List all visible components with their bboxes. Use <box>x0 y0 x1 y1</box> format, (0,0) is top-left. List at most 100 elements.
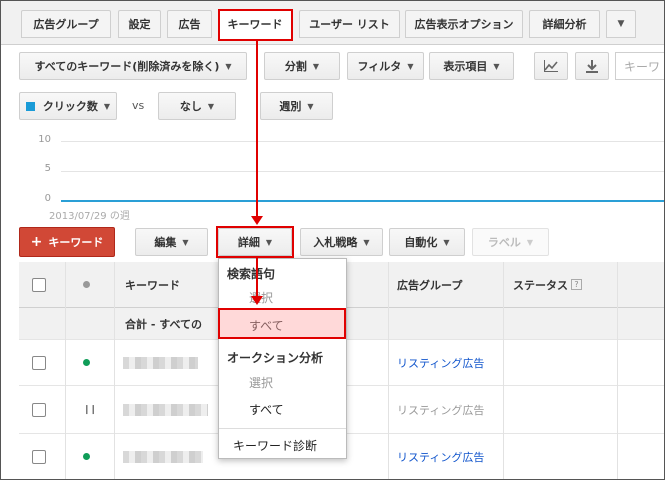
row-status-cell <box>83 434 90 479</box>
y-tick-label: 5 <box>44 163 51 174</box>
columns-button[interactable]: 表示項目 ▼ <box>429 52 514 80</box>
y-tick-label: 10 <box>38 134 51 145</box>
menu-item-keyword-diagnosis[interactable]: キーワード診断 <box>219 433 346 457</box>
tab-settings[interactable]: 設定 <box>118 10 161 38</box>
paused-status-icon: ❙❙ <box>83 404 97 415</box>
line-chart-icon <box>544 60 558 72</box>
automate-button[interactable]: 自動化 ▼ <box>389 228 465 256</box>
column-divider <box>503 262 504 479</box>
caret-down-icon: ▼ <box>207 101 215 111</box>
gridline <box>61 171 664 172</box>
columns-label: 表示項目 <box>443 60 488 73</box>
keyword-filter-select[interactable]: すべてのキーワード(削除済みを除く) ▼ <box>19 52 247 80</box>
add-keyword-button[interactable]: + キーワード <box>19 227 115 257</box>
column-divider <box>114 262 115 479</box>
ad-group-col-header[interactable]: 広告グループ <box>397 262 462 307</box>
series-line-clicks <box>61 200 664 202</box>
row-checkbox[interactable] <box>32 449 46 464</box>
row-checkbox[interactable] <box>32 355 46 370</box>
column-divider <box>617 262 618 479</box>
enabled-status-icon <box>83 453 90 460</box>
row-status-cell: ❙❙ <box>83 386 97 433</box>
metric2-select[interactable]: なし ▼ <box>158 92 236 120</box>
details-dropdown-menu: 検索語句 選択 すべて オークション分析 選択 すべて キーワード診断 <box>218 258 347 459</box>
caret-down-icon: ▼ <box>363 237 370 247</box>
highlight-details-button <box>216 226 294 258</box>
download-icon <box>586 59 598 73</box>
caret-down-icon: ▼ <box>443 237 450 247</box>
download-button[interactable] <box>575 52 609 80</box>
menu-item-auction-all[interactable]: すべて <box>219 397 346 421</box>
keyword-cell <box>123 340 198 385</box>
caret-down-icon: ▼ <box>407 61 414 71</box>
annotation-arrow-line <box>256 41 258 217</box>
ad-group-link[interactable]: リスティング広告 <box>397 449 484 465</box>
filter-button[interactable]: フィルタ ▼ <box>347 52 424 80</box>
tab-dimensions[interactable]: 詳細分析 <box>529 10 600 38</box>
row-status-cell <box>83 340 90 385</box>
column-divider <box>65 262 66 479</box>
y-tick-label: 0 <box>44 193 51 204</box>
menu-item-auction-select[interactable]: 選択 <box>219 370 346 394</box>
ad-group-link[interactable]: リスティング広告 <box>397 355 484 371</box>
caret-down-icon: ▼ <box>493 61 500 71</box>
search-input[interactable]: キーワ <box>615 52 664 80</box>
enabled-status-icon <box>83 359 90 366</box>
caret-down-icon: ▼ <box>312 61 320 71</box>
keyword-cell <box>123 434 203 479</box>
automate-label: 自動化 <box>404 236 438 249</box>
annotation-arrow-head <box>251 296 263 305</box>
status-col-header-text[interactable]: ステータス? <box>513 262 582 307</box>
x-axis-label: 2013/07/29 の週 <box>49 211 130 222</box>
caret-down-icon: ▼ <box>526 237 534 247</box>
edit-button[interactable]: 編集 ▼ <box>135 228 208 256</box>
period-select[interactable]: 週別 ▼ <box>260 92 333 120</box>
redacted-keyword <box>123 450 203 463</box>
caret-down-icon: ▼ <box>182 237 189 247</box>
select-all-checkbox[interactable] <box>32 277 46 292</box>
column-divider <box>388 262 389 479</box>
tab-ad-extensions[interactable]: 広告表示オプション <box>405 10 523 38</box>
caret-down-icon: ▼ <box>307 101 314 111</box>
metric2-label: なし <box>179 100 202 113</box>
highlight-keywords-tab <box>218 9 293 41</box>
menu-item-search-select[interactable]: 選択 <box>219 285 346 309</box>
filter-label: フィルタ <box>357 60 402 73</box>
edit-label: 編集 <box>154 236 177 249</box>
row-checkbox[interactable] <box>32 402 46 417</box>
highlight-search-all-item <box>218 308 346 339</box>
segment-button[interactable]: 分割 ▼ <box>264 52 340 80</box>
bid-strategy-button[interactable]: 入札戦略 ▼ <box>300 228 383 256</box>
ad-group-link[interactable]: リスティング広告 <box>397 402 484 418</box>
keyword-col-header[interactable]: キーワード <box>125 262 180 307</box>
status-col-header <box>83 262 90 307</box>
status-header-label: ステータス <box>513 278 568 292</box>
vs-label: vs <box>132 99 145 112</box>
metric1-label: クリック数 <box>42 100 98 113</box>
bid-strategy-label: 入札戦略 <box>313 236 358 249</box>
tab-ads[interactable]: 広告 <box>167 10 212 38</box>
annotation-arrow-line <box>256 258 258 298</box>
menu-section-search-terms: 検索語句 <box>227 266 276 281</box>
metric1-select[interactable]: クリック数 ▼ <box>19 92 117 120</box>
labels-label: ラベル <box>487 236 521 249</box>
tab-ad-groups[interactable]: 広告グループ <box>21 10 111 38</box>
row-checkbox-cell <box>32 340 46 385</box>
labels-button[interactable]: ラベル ▼ <box>472 228 549 256</box>
keyword-cell <box>123 386 208 433</box>
tab-bar: 広告グループ 設定 広告 キーワード ユーザー リスト 広告表示オプション 詳細… <box>1 1 664 45</box>
redacted-keyword <box>123 403 208 416</box>
period-label: 週別 <box>279 100 302 113</box>
gridline <box>61 141 664 142</box>
ad-group-cell: リスティング広告 <box>397 340 484 385</box>
annotation-arrow-head <box>251 216 263 225</box>
redacted-keyword <box>123 356 198 369</box>
more-tabs-button[interactable]: ▼ <box>606 10 636 38</box>
plus-icon: + <box>30 234 43 250</box>
help-icon[interactable]: ? <box>571 279 582 290</box>
caret-down-icon: ▼ <box>103 101 111 111</box>
tab-user-lists[interactable]: ユーザー リスト <box>299 10 400 38</box>
total-label: 合計 - すべての <box>125 317 203 331</box>
select-all-cell <box>32 262 46 307</box>
chart-toggle-button[interactable] <box>534 52 568 80</box>
